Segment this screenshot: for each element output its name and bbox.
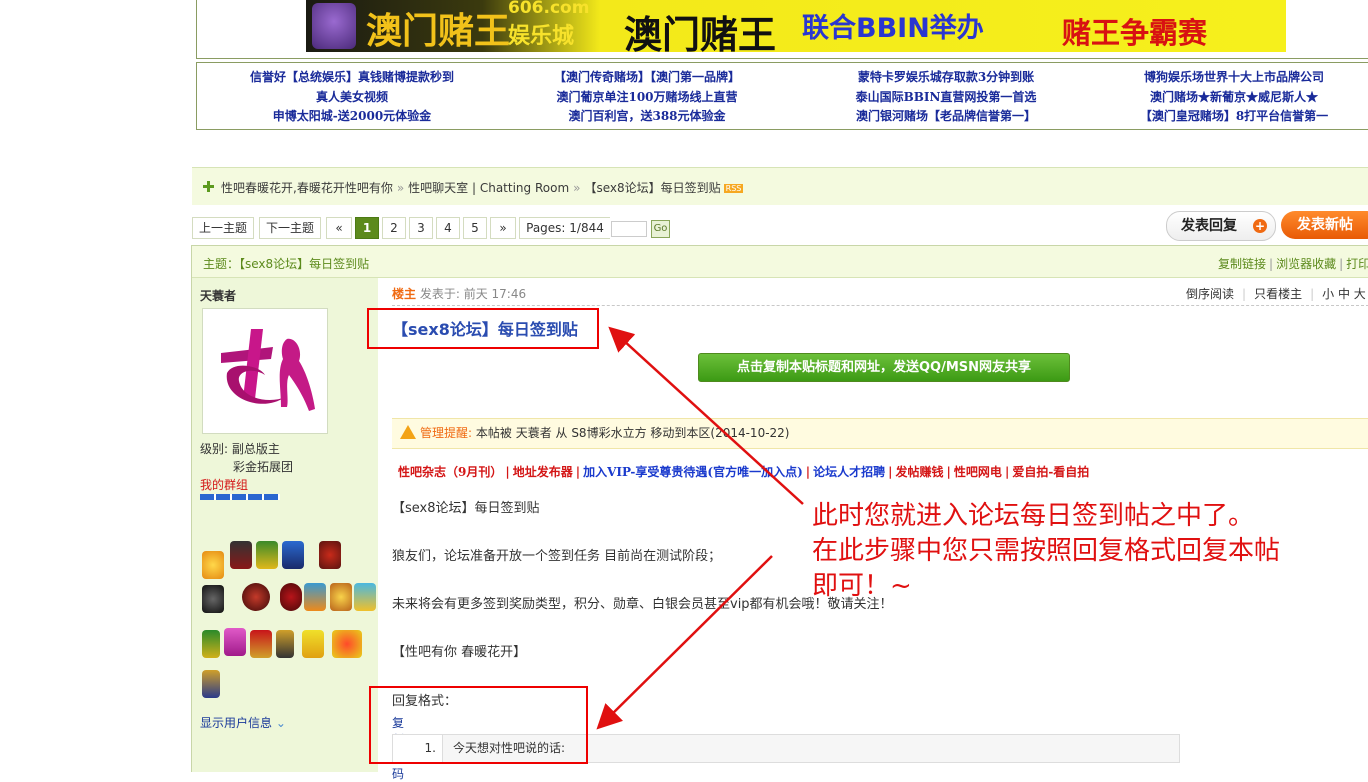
annotation-line: 此时您就进入论坛每日签到帖之中了。 [812,501,1255,531]
annotation-line: 在此步骤中您只需按照回复格式回复本帖 [812,536,1281,566]
annotation-text: 此时您就进入论坛每日签到帖之中了。 在此步骤中您只需按照回复格式回复本帖 即可！… [812,499,1280,604]
arrow-icon [596,555,773,730]
annotation-arrows [596,326,804,730]
arrow-icon [608,326,804,505]
annotation-line: 即可！~ [812,571,912,601]
